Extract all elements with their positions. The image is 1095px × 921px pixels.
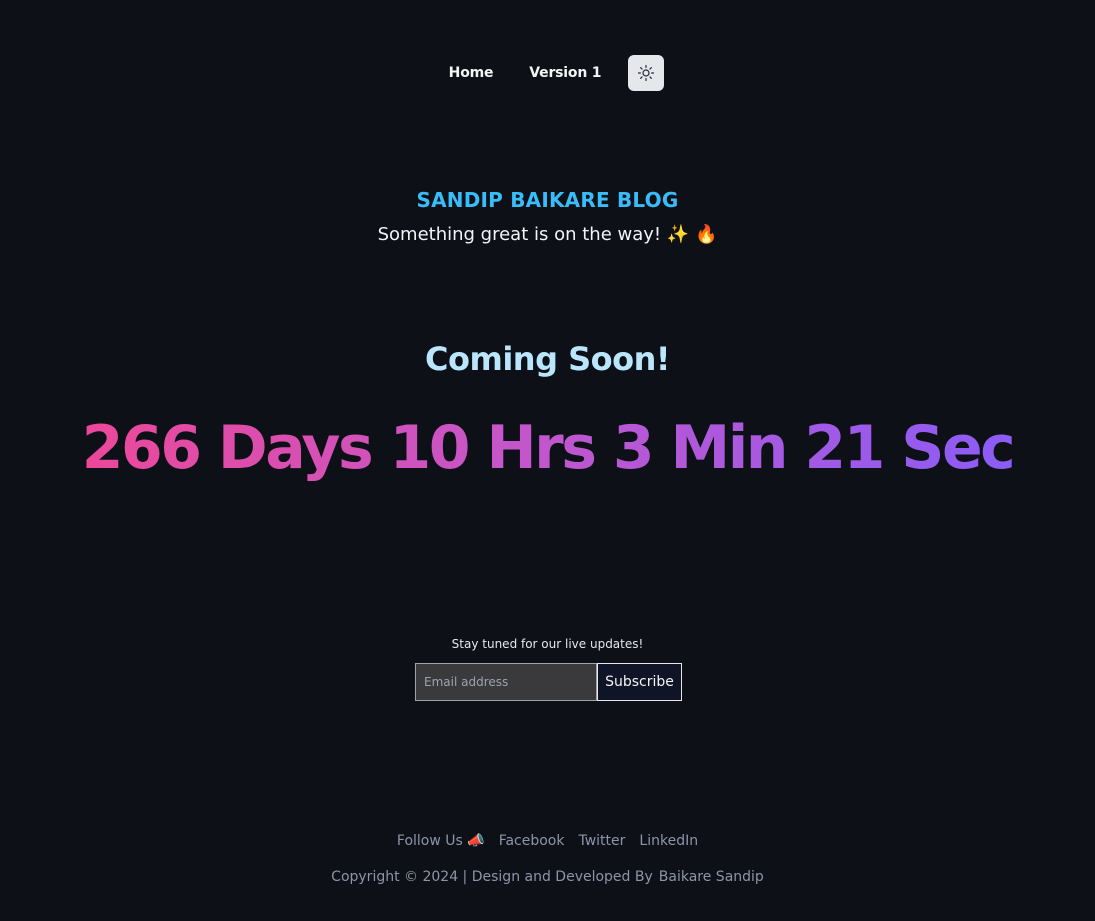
email-input[interactable] <box>415 663 597 701</box>
nav-version-link[interactable]: Version 1 <box>511 55 619 91</box>
theme-toggle-button[interactable] <box>628 55 665 91</box>
top-nav: Home Version 1 <box>0 55 1095 91</box>
follow-us-label: Follow Us 📣 <box>396 833 485 849</box>
coming-soon-heading: Coming Soon! <box>425 340 671 378</box>
facebook-link[interactable]: Facebook <box>499 833 565 849</box>
subscribe-prompt: Stay tuned for our live updates! <box>451 637 644 651</box>
countdown-container: 266 Days 10 Hrs 3 Min 21 Sec <box>0 408 1095 488</box>
twitter-link[interactable]: Twitter <box>578 833 625 849</box>
copyright-text: Copyright © 2024 | Design and Developed … <box>331 869 653 885</box>
subscribe-form: Subscribe <box>415 663 682 701</box>
copyright-line: Copyright © 2024 | Design and Developed … <box>0 869 1095 885</box>
linkedin-link[interactable]: LinkedIn <box>639 833 698 849</box>
countdown-timer: 266 Days 10 Hrs 3 Min 21 Sec <box>82 408 1016 488</box>
sun-icon <box>638 64 655 82</box>
tagline: Something great is on the way! ✨ 🔥 <box>377 224 718 245</box>
blog-title: SANDIP BAIKARE BLOG <box>416 188 679 212</box>
footer-social-links: Follow Us 📣 Facebook Twitter LinkedIn <box>0 833 1095 849</box>
subscribe-button[interactable]: Subscribe <box>597 663 682 701</box>
nav-home-link[interactable]: Home <box>431 55 512 91</box>
author-link[interactable]: Baikare Sandip <box>659 869 764 885</box>
